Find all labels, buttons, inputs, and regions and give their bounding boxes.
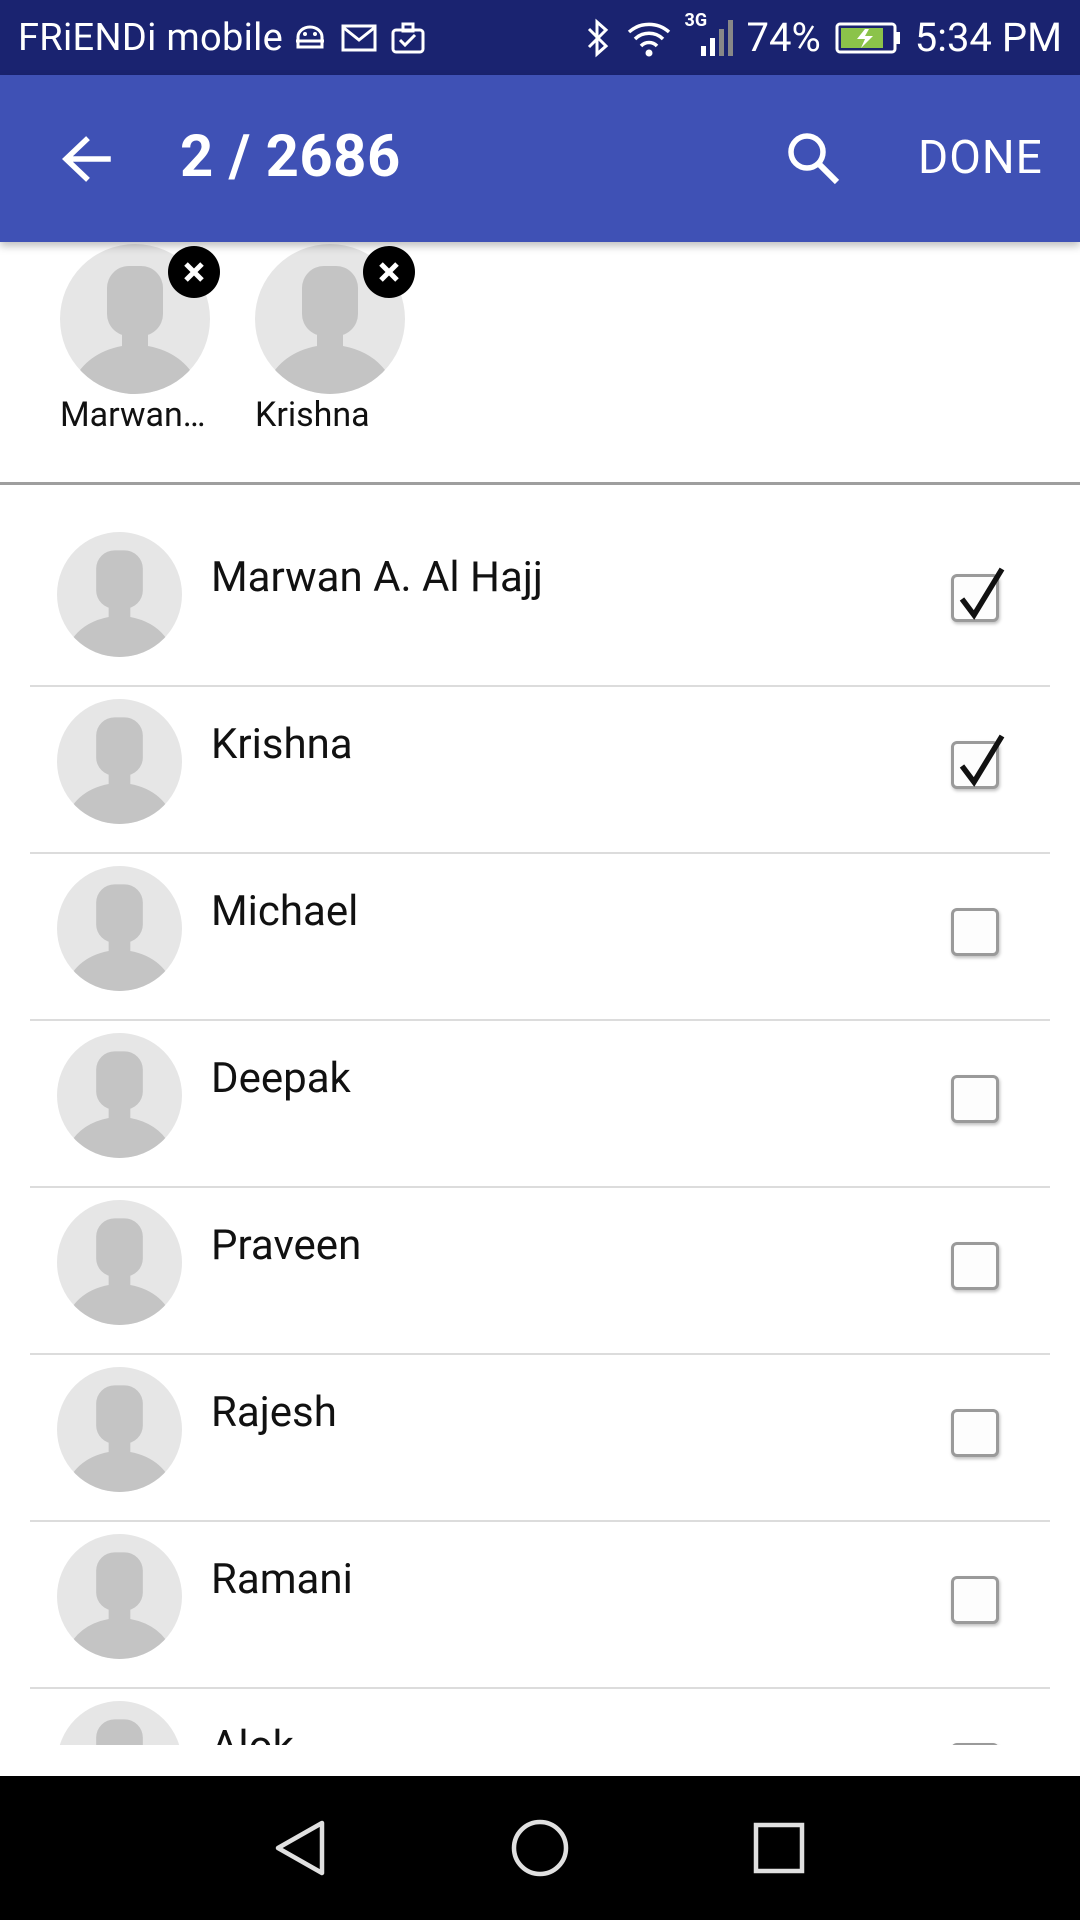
list-item[interactable]: Alok xyxy=(0,1654,1080,1745)
close-icon xyxy=(184,262,204,282)
status-bar: FRiENDi mobile 3G 74% 5:34 PM xyxy=(0,0,1080,75)
contact-name: Marwan A. Al Hajj xyxy=(211,553,543,602)
avatar-placeholder-icon xyxy=(57,532,182,657)
contact-name: Deepak xyxy=(211,1054,351,1103)
list-item[interactable]: Krishna xyxy=(0,652,1080,854)
battery-charging-icon xyxy=(835,21,901,55)
list-item[interactable]: Michael xyxy=(0,819,1080,1021)
android-debug-icon xyxy=(293,21,327,55)
avatar-placeholder-icon xyxy=(57,1534,182,1659)
contact-checkbox[interactable] xyxy=(951,1075,999,1123)
contact-checkbox[interactable] xyxy=(951,1576,999,1624)
done-button[interactable]: DONE xyxy=(918,131,1043,185)
list-item[interactable]: Rajesh xyxy=(0,1320,1080,1522)
contact-name: Praveen xyxy=(211,1221,362,1270)
selected-contacts-strip: Marwan… Krishna xyxy=(0,242,1080,484)
network-type: 3G xyxy=(684,9,708,31)
selected-contact-name: Krishna xyxy=(255,395,370,435)
nav-back-button[interactable] xyxy=(270,1818,330,1878)
briefcase-icon xyxy=(391,22,425,54)
navigation-bar xyxy=(0,1776,1080,1920)
contact-name: Michael xyxy=(211,887,359,936)
contact-name: Alok xyxy=(211,1722,294,1745)
signal-icon: 3G xyxy=(685,10,733,58)
nav-recents-button[interactable] xyxy=(749,1818,809,1878)
contact-checkbox[interactable] xyxy=(951,734,1005,789)
recents-icon xyxy=(753,1822,805,1874)
checkmark-icon xyxy=(959,567,1005,620)
checkmark-icon xyxy=(959,734,1005,787)
clock: 5:34 PM xyxy=(914,14,1062,61)
contact-list[interactable]: Marwan A. Al Hajj Krishna Michael Deepak… xyxy=(0,485,1080,1745)
bluetooth-icon xyxy=(585,18,611,58)
list-item[interactable]: Deepak xyxy=(0,986,1080,1188)
home-icon xyxy=(511,1819,569,1877)
contact-checkbox[interactable] xyxy=(951,1242,999,1290)
battery-percent: 74% xyxy=(746,14,821,61)
back-button[interactable] xyxy=(56,129,116,189)
list-item[interactable]: Praveen xyxy=(0,1153,1080,1355)
contact-checkbox[interactable] xyxy=(951,567,1005,622)
avatar-placeholder-icon xyxy=(57,1033,182,1158)
avatar-placeholder-icon xyxy=(57,1367,182,1492)
remove-contact-button[interactable] xyxy=(168,246,220,298)
search-button[interactable] xyxy=(780,125,846,191)
selection-count-title: 2 / 2686 xyxy=(180,123,401,191)
selected-contact-name: Marwan… xyxy=(60,395,206,435)
wifi-icon xyxy=(625,18,673,58)
contact-checkbox[interactable] xyxy=(951,908,999,956)
arrow-back-icon xyxy=(62,136,111,182)
search-icon xyxy=(788,133,840,185)
contact-checkbox[interactable] xyxy=(951,1743,999,1745)
back-icon xyxy=(275,1820,325,1876)
avatar-placeholder-icon xyxy=(59,1701,180,1745)
carrier-name: FRiENDi mobile xyxy=(18,15,284,60)
contact-name: Rajesh xyxy=(211,1388,337,1437)
avatar-placeholder-icon xyxy=(57,1200,182,1325)
app-bar: 2 / 2686 DONE xyxy=(0,75,1080,242)
avatar-placeholder-icon xyxy=(57,866,182,991)
remove-contact-button[interactable] xyxy=(363,246,415,298)
list-item[interactable]: Ramani xyxy=(0,1487,1080,1689)
nav-home-button[interactable] xyxy=(510,1818,570,1878)
list-item[interactable]: Marwan A. Al Hajj xyxy=(0,485,1080,687)
avatar-placeholder-icon xyxy=(57,699,182,824)
gmail-icon xyxy=(341,23,377,53)
contact-name: Krishna xyxy=(211,720,353,769)
close-icon xyxy=(379,262,399,282)
contact-name: Ramani xyxy=(211,1555,353,1604)
contact-checkbox[interactable] xyxy=(951,1409,999,1457)
